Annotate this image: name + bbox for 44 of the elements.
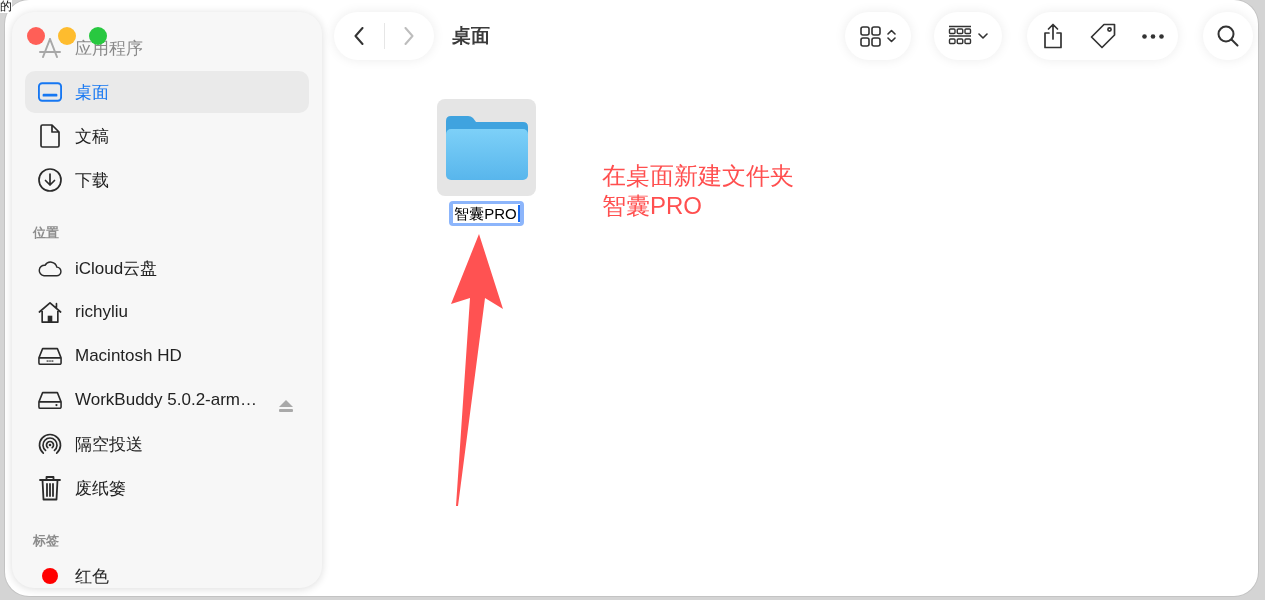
drive-icon — [38, 390, 62, 410]
sidebar-item[interactable]: 隔空投送 — [25, 423, 309, 465]
desktop-icon — [38, 81, 62, 103]
sidebar-item[interactable]: Macintosh HD — [25, 335, 309, 377]
grouped-rows-icon — [948, 25, 972, 47]
annotation-text: 在桌面新建文件夹 智囊PRO — [602, 161, 794, 221]
sidebar-item[interactable]: WorkBuddy 5.0.2-arm… — [25, 379, 309, 421]
section-header: 标签 — [32, 532, 60, 550]
signal-rings-icon — [38, 433, 62, 455]
home-icon — [38, 300, 62, 324]
tag-icon — [1089, 23, 1116, 49]
filename-field[interactable]: 智囊PRO — [449, 201, 524, 226]
cloud-icon — [38, 258, 62, 278]
download-icon — [38, 168, 62, 192]
chevron-right-icon — [404, 27, 415, 45]
sidebar-item[interactable]: 桌面 — [25, 71, 309, 113]
sidebar-item[interactable]: 文稿 — [25, 115, 309, 157]
sidebar-item[interactable]: iCloud云盘 — [25, 247, 309, 289]
group-button[interactable] — [934, 12, 1002, 60]
sidebar-item[interactable]: richyliu — [25, 291, 309, 333]
updown-chevron-icon — [887, 29, 896, 43]
sidebar-item[interactable]: 下载 — [25, 159, 309, 201]
desktop-text: 的 — [0, 0, 12, 13]
view-mode-button[interactable] — [845, 12, 911, 60]
sidebar-item[interactable]: 红色 — [25, 555, 309, 588]
folder-title: 桌面 — [452, 24, 490, 48]
chevron-down-icon — [978, 33, 988, 39]
document-icon — [40, 124, 60, 148]
folder-icon[interactable] — [437, 99, 536, 196]
search-icon — [1217, 25, 1239, 47]
grid-icon — [860, 25, 881, 47]
trash-icon — [39, 475, 61, 501]
minimize-button[interactable] — [58, 27, 76, 45]
search-button[interactable] — [1203, 12, 1253, 60]
text-caret-icon — [517, 205, 520, 222]
share-icon — [1041, 23, 1064, 49]
chevron-left-icon — [353, 27, 364, 45]
more-icon — [1141, 33, 1164, 39]
apps-icon — [39, 38, 61, 58]
close-button[interactable] — [27, 27, 45, 45]
eject-icon[interactable] — [279, 400, 293, 412]
section-header: 位置 — [31, 224, 60, 242]
sidebar-item[interactable]: 废纸篓 — [25, 467, 309, 509]
hard-drive-icon — [38, 346, 62, 366]
